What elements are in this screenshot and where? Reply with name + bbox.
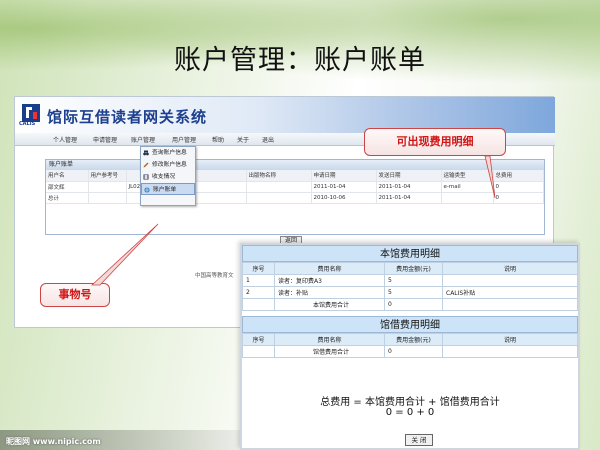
table-header-row: 序号 费用名称 费用金额(元) 说明 (242, 333, 578, 346)
col-ref: 用户参考号 (88, 170, 127, 182)
col-title: 出版物名称 (246, 170, 312, 182)
table-header-row: 序号 费用名称 费用金额(元) 说明 (242, 262, 578, 275)
cell: 2011-01-04 (376, 181, 442, 193)
table-row: 1 读者：复印费A3 5 (242, 274, 578, 287)
cell (442, 274, 578, 287)
cell: CALIS补贴 (442, 286, 578, 299)
col-total: 总费用 (493, 170, 544, 182)
lib-total-label: 馆借费用合计 (274, 345, 385, 358)
panel-title: 账户账单 (46, 160, 544, 170)
menu-item-label: 查询账户信息 (152, 150, 187, 156)
cell: 读者：复印费A3 (274, 274, 385, 287)
table-row: 馆借费用合计 0 (242, 345, 578, 358)
menu-item-bill[interactable]: 账户账单 (141, 183, 195, 195)
col-amount: 费用金额(元) (384, 262, 443, 275)
menu-item-label: 收支情况 (152, 174, 176, 180)
bill-table: 用户名 用户参考号 出版物名称 申请日期 发送日期 运输类型 总费用 邵文辉 J… (46, 170, 544, 204)
col-note: 说明 (442, 262, 578, 275)
local-total-label: 本馆费用合计 (274, 298, 385, 311)
cell: 2011-01-04 (376, 192, 442, 204)
col-amount: 费用金额(元) (384, 333, 443, 346)
watermark: 昵图网 www.nipic.com (6, 437, 101, 446)
total-formula-values: 0 = 0 + 0 (385, 407, 435, 418)
lib-fee-title: 馆借费用明细 (242, 316, 578, 333)
system-title: 馆际互借读者网关系统 (47, 108, 208, 126)
col-fee-name: 费用名称 (274, 262, 385, 275)
cell: 0 (493, 192, 544, 204)
table-row[interactable]: 邵文辉 JL0201109304100 2011-01-04 2011-01-0… (46, 181, 544, 193)
cell: 总计 (46, 192, 89, 204)
menu-item-edit[interactable]: 修改账户信息 (141, 159, 195, 171)
cell: 5 (384, 286, 443, 299)
pencil-icon (143, 162, 149, 168)
fee-detail-dialog: 本馆费用明细 序号 费用名称 费用金额(元) 说明 1 读者：复印费A3 5 2… (240, 243, 580, 450)
cell: 邵文辉 (46, 181, 89, 193)
cell (88, 192, 127, 204)
lib-total-value: 0 (384, 345, 443, 358)
callout-fee-detail: 可出现费用明细 (364, 128, 506, 156)
menu-item-income[interactable]: 收支情况 (141, 171, 195, 183)
nav-users[interactable]: 用户管理 (172, 135, 196, 144)
table-row: 总计 2010-10-06 2011-01-04 0 (46, 192, 544, 204)
lib-fee-table: 序号 费用名称 费用金额(元) 说明 馆借费用合计 0 (242, 333, 578, 358)
footer-text: 中国高等教育文 (195, 273, 234, 279)
callout-txn: 事物号 (40, 283, 110, 307)
nav-personal[interactable]: 个人管理 (53, 135, 77, 144)
col-note: 说明 (442, 333, 578, 346)
col-fee-name: 费用名称 (274, 333, 385, 346)
account-bill-panel: 账户账单 用户名 用户参考号 出版物名称 申请日期 发送日期 运输类型 总费用 … (45, 159, 545, 235)
cell (88, 181, 127, 193)
col-no: 序号 (242, 333, 275, 346)
col-username: 用户名 (46, 170, 89, 182)
local-fee-title: 本馆费用明细 (242, 245, 578, 262)
menu-item-query[interactable]: 查询账户信息 (141, 147, 195, 159)
local-total-value: 0 (384, 298, 443, 311)
cell (246, 192, 312, 204)
globe-icon (144, 187, 150, 193)
cell (246, 181, 312, 193)
col-apply-date: 申请日期 (311, 170, 377, 182)
table-row: 本馆费用合计 0 (242, 298, 578, 311)
total-formula: 总费用 = 本馆费用合计 + 馆借费用合计 (320, 397, 500, 408)
book-icon (143, 174, 149, 180)
col-send-date: 发送日期 (376, 170, 442, 182)
local-fee-table: 序号 费用名称 费用金额(元) 说明 1 读者：复印费A3 5 2 读者：补贴 … (242, 262, 578, 311)
col-no: 序号 (242, 262, 275, 275)
nav-help[interactable]: 帮助 (212, 135, 224, 144)
cell: 2010-10-06 (311, 192, 377, 204)
calis-logo-icon: CALIS (19, 103, 41, 127)
cell: 读者：补贴 (274, 286, 385, 299)
cell (441, 192, 494, 204)
cell: e-mail (441, 181, 494, 193)
col-transport: 运输类型 (441, 170, 494, 182)
cell: 2 (242, 286, 275, 299)
menu-item-label: 账户账单 (153, 187, 177, 193)
nav-logout[interactable]: 退出 (262, 135, 274, 144)
cell: 1 (242, 274, 275, 287)
cell: 5 (384, 274, 443, 287)
logo-text: CALIS (19, 121, 36, 127)
menu-item-label: 修改账户信息 (152, 162, 187, 168)
nav-requests[interactable]: 申请管理 (93, 135, 117, 144)
close-button[interactable]: 关 闭 (405, 434, 433, 446)
table-row: 2 读者：补贴 5 CALIS补贴 (242, 286, 578, 299)
nav-account[interactable]: 账户管理 (131, 135, 155, 144)
total-fee-cell[interactable]: 0 (493, 181, 544, 193)
table-header-row: 用户名 用户参考号 出版物名称 申请日期 发送日期 运输类型 总费用 (46, 170, 544, 182)
cell: 2011-01-04 (311, 181, 377, 193)
nav-about[interactable]: 关于 (237, 135, 249, 144)
binoculars-icon (143, 150, 149, 156)
slide-title: 账户管理：账户账单 (174, 45, 426, 76)
account-menu: 查询账户信息 修改账户信息 收支情况 账户账单 (140, 146, 196, 206)
